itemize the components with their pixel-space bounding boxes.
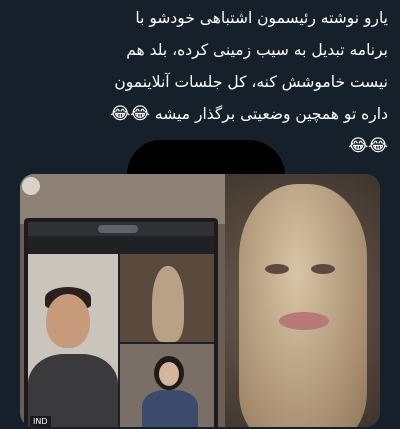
- participant-tile-man: IND: [28, 254, 118, 427]
- video-call-screen: IND: [28, 222, 214, 427]
- tweet-line-4-text: داره تو همچین وضعیتی برگذار میشه: [154, 105, 388, 123]
- tweet-line-2: برنامه تبدیل به سیب زمینی کرده، بلد هم: [126, 41, 388, 59]
- potato-closeup-photo[interactable]: [225, 174, 380, 427]
- woman-face: [159, 362, 179, 386]
- potato-face: [239, 184, 367, 427]
- call-status-pill: [98, 225, 138, 233]
- avatar: [22, 177, 40, 195]
- tweet-media[interactable]: IND: [20, 174, 380, 427]
- laughing-emoji-icon: 😂😂: [110, 104, 150, 124]
- potato-eye-left: [265, 264, 289, 274]
- potato-filter-small: [152, 266, 184, 342]
- laughing-emoji-icon: 😂😂: [348, 136, 388, 156]
- potato-eye-right: [311, 264, 335, 274]
- laptop: IND: [24, 218, 218, 427]
- participant-tile-potato: [120, 254, 214, 342]
- tweet-line-3-text: نیست خاموشش کنه، کل جلسات آنلاینمون: [114, 73, 388, 91]
- woman-body: [142, 390, 198, 427]
- tweet-line-4: داره تو همچین وضعیتی برگذار میشه 😂😂: [12, 98, 388, 130]
- tweet-text: یارو نوشته رئیسمون اشتباهی خودشو با برنا…: [12, 2, 388, 162]
- participant-name-chip: IND: [30, 416, 51, 427]
- tweet-line-1: یارو نوشته رئیسمون اشتباهی خودشو با: [135, 9, 388, 27]
- call-toolbar: [28, 222, 214, 236]
- participant-tile-woman: [120, 344, 214, 427]
- tweet-line-3: نیست خاموشش کنه، کل جلسات آنلاینمون: [12, 66, 388, 98]
- man-face: [46, 294, 90, 348]
- wall-background: [20, 174, 225, 224]
- potato-lips: [279, 312, 329, 330]
- zoom-call-photo[interactable]: IND: [20, 174, 225, 427]
